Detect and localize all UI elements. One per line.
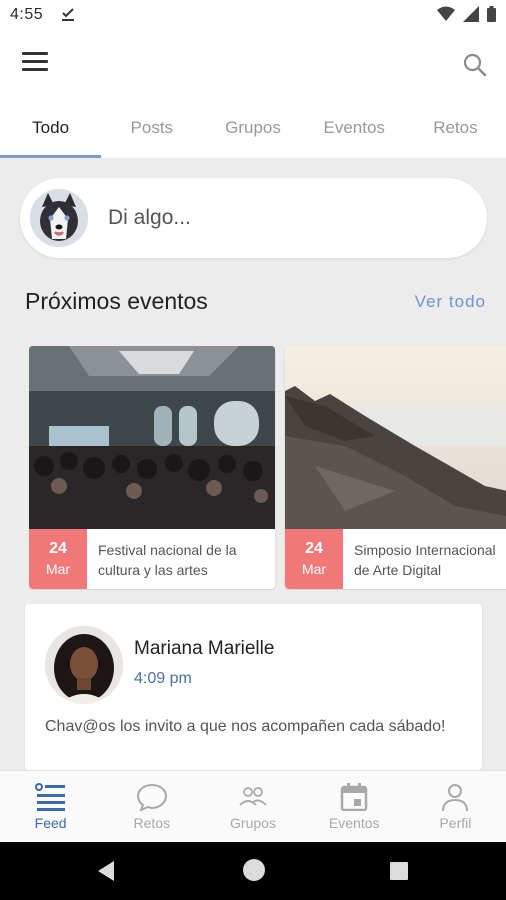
events-carousel[interactable]: 24 Mar Festival nacional de la cultura y… bbox=[29, 346, 506, 590]
tab-posts[interactable]: Posts bbox=[101, 96, 202, 158]
tab-bar: Todo Posts Grupos Eventos Retos bbox=[0, 96, 506, 158]
nav-feed[interactable]: Feed bbox=[0, 771, 101, 842]
event-title: Festival nacional de la cultura y las ar… bbox=[98, 540, 273, 580]
user-avatar bbox=[30, 189, 88, 247]
tab-todo[interactable]: Todo bbox=[0, 96, 102, 158]
event-title-line-1: Simposio Internacional bbox=[354, 542, 496, 558]
download-done-icon bbox=[62, 8, 74, 21]
event-title: Simposio Internacional de Arte Digital bbox=[354, 540, 506, 580]
event-card[interactable]: 24 Mar Simposio Internacional de Arte Di… bbox=[285, 346, 506, 589]
wifi-icon bbox=[437, 6, 455, 21]
back-icon[interactable] bbox=[96, 860, 116, 882]
nav-eventos[interactable]: Eventos bbox=[304, 771, 405, 842]
feed-icon bbox=[34, 783, 65, 811]
signal-icon bbox=[463, 6, 479, 22]
status-bar: 4:55 bbox=[0, 0, 506, 32]
nav-retos-label: Retos bbox=[133, 815, 171, 831]
hamburger-icon[interactable] bbox=[22, 52, 48, 76]
nav-eventos-label: Eventos bbox=[328, 815, 380, 831]
post-card[interactable]: Mariana Marielle 4:09 pm Chav@os los inv… bbox=[25, 604, 482, 770]
nav-retos[interactable]: Retos bbox=[101, 771, 202, 842]
recent-apps-icon[interactable] bbox=[389, 861, 409, 881]
bottom-nav: Feed Retos Grupos Eventos Perfil bbox=[0, 770, 506, 842]
status-time: 4:55 bbox=[10, 6, 44, 23]
nav-perfil[interactable]: Perfil bbox=[405, 771, 506, 842]
home-icon[interactable] bbox=[242, 858, 266, 882]
event-month: Mar bbox=[301, 561, 327, 577]
event-title-line-1: Festival nacional de la bbox=[98, 542, 237, 558]
system-nav-bar bbox=[0, 842, 506, 900]
post-composer[interactable]: Di algo... bbox=[20, 178, 487, 258]
person-icon bbox=[442, 784, 469, 811]
see-all-events-link[interactable]: Ver todo bbox=[415, 292, 486, 312]
post-author[interactable]: Mariana Marielle bbox=[134, 638, 274, 660]
app-screen: 4:55 Todo Posts Grupos Eventos Retos Di … bbox=[0, 0, 506, 900]
event-image-mountain bbox=[285, 346, 506, 529]
app-bar bbox=[0, 32, 506, 96]
tab-grupos[interactable]: Grupos bbox=[202, 96, 303, 158]
post-time: 4:09 pm bbox=[134, 670, 192, 687]
event-title-line-2: cultura y las artes bbox=[98, 562, 208, 578]
event-month: Mar bbox=[45, 561, 71, 577]
event-image-concert-hall bbox=[29, 346, 275, 529]
composer-placeholder: Di algo... bbox=[108, 206, 191, 229]
event-day: 24 bbox=[305, 540, 323, 557]
event-date-badge: 24 Mar bbox=[285, 529, 343, 589]
event-day: 24 bbox=[49, 540, 67, 557]
tab-eventos[interactable]: Eventos bbox=[304, 96, 405, 158]
nav-grupos-label: Grupos bbox=[230, 815, 276, 831]
events-section-title: Próximos eventos bbox=[25, 288, 208, 314]
nav-feed-label: Feed bbox=[34, 815, 67, 831]
event-card[interactable]: 24 Mar Festival nacional de la cultura y… bbox=[29, 346, 275, 589]
event-date-badge: 24 Mar bbox=[29, 529, 87, 589]
group-icon bbox=[239, 787, 267, 806]
author-avatar[interactable] bbox=[45, 626, 123, 704]
battery-icon bbox=[487, 6, 496, 22]
calendar-icon bbox=[340, 783, 368, 811]
tab-retos[interactable]: Retos bbox=[405, 96, 506, 158]
post-text: Chav@os los invito a que nos acompañen c… bbox=[45, 718, 446, 735]
nav-grupos[interactable]: Grupos bbox=[202, 771, 303, 842]
nav-perfil-label: Perfil bbox=[439, 815, 472, 831]
event-title-line-2: de Arte Digital bbox=[354, 562, 442, 578]
status-icons bbox=[437, 6, 496, 22]
search-icon[interactable] bbox=[462, 52, 488, 78]
chat-bubble-icon bbox=[136, 783, 167, 811]
